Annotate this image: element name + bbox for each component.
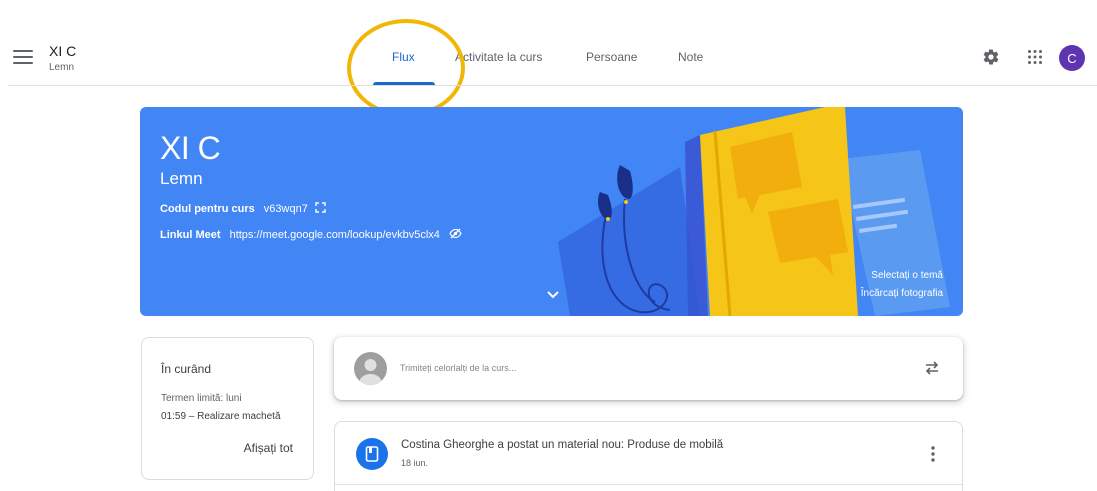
- apps-button[interactable]: [1023, 45, 1047, 69]
- settings-gear-icon: [983, 49, 999, 65]
- fullscreen-icon[interactable]: [315, 202, 326, 213]
- class-section: Lemn: [49, 62, 75, 73]
- chevron-down-icon: [547, 291, 559, 299]
- banner-class-title: XI C: [160, 130, 221, 166]
- meet-link-row: Linkul Meet https://meet.google.com/look…: [160, 228, 462, 241]
- person-icon: [359, 359, 382, 385]
- book-material-icon: [365, 446, 379, 462]
- upload-photo-link[interactable]: Încărcați fotografia: [861, 288, 943, 299]
- top-app-bar: XI C Lemn Flux Activitate la curs Persoa…: [0, 0, 1097, 117]
- stream-post[interactable]: Costina Gheorghe a postat un material no…: [334, 421, 963, 491]
- announce-compose-box[interactable]: Trimiteți celorlalți de la curs...: [334, 337, 963, 400]
- upcoming-due-label: Termen limită: luni: [161, 393, 242, 404]
- more-options-button[interactable]: [928, 444, 938, 464]
- repost-arrows-icon: [925, 361, 939, 375]
- meet-link-label: Linkul Meet: [160, 229, 221, 241]
- tab-activitate-la-curs[interactable]: Activitate la curs: [455, 50, 542, 64]
- tab-note[interactable]: Note: [678, 50, 703, 64]
- compose-placeholder[interactable]: Trimiteți celorlalți de la curs...: [400, 363, 516, 373]
- upcoming-card: În curând Termen limită: luni 01:59 – Re…: [141, 337, 314, 480]
- material-post-badge: [356, 438, 388, 470]
- main-menu-button[interactable]: [13, 50, 33, 66]
- class-code-label: Codul pentru curs: [160, 203, 255, 215]
- highlight-circle-annotation: [347, 19, 465, 117]
- apps-grid-icon: [1028, 50, 1042, 64]
- tab-persoane[interactable]: Persoane: [586, 50, 637, 64]
- menu-icon-line: [13, 50, 33, 52]
- tab-flux[interactable]: Flux: [392, 50, 415, 64]
- post-title[interactable]: Costina Gheorghe a postat un material no…: [401, 439, 723, 451]
- visibility-off-icon[interactable]: [449, 228, 462, 239]
- menu-icon-line: [13, 62, 33, 64]
- meet-link-value[interactable]: https://meet.google.com/lookup/evkbv5clx…: [230, 229, 440, 241]
- upcoming-title: În curând: [161, 362, 212, 376]
- settings-button[interactable]: [979, 45, 1003, 69]
- user-avatar: [354, 352, 387, 385]
- header-divider: [8, 85, 1097, 86]
- view-all-button[interactable]: Afișați tot: [244, 441, 293, 455]
- class-banner: XI C Lemn Codul pentru curs v63wqn7 Link…: [140, 107, 963, 316]
- class-code-value: v63wqn7: [263, 203, 308, 215]
- post-date: 18 iun.: [401, 458, 429, 468]
- post-divider: [335, 484, 962, 485]
- repost-button[interactable]: [923, 359, 941, 377]
- class-code-row: Codul pentru curs v63wqn7: [160, 202, 326, 215]
- select-theme-link[interactable]: Selectați o temă: [871, 270, 943, 281]
- class-name[interactable]: XI C: [49, 43, 76, 59]
- upcoming-assignment-link[interactable]: 01:59 – Realizare machetă: [161, 411, 281, 422]
- account-avatar[interactable]: C: [1059, 45, 1085, 71]
- menu-icon-line: [13, 56, 33, 58]
- more-vert-icon: [931, 446, 935, 462]
- banner-class-section: Lemn: [160, 169, 203, 188]
- expand-details-button[interactable]: [543, 287, 563, 303]
